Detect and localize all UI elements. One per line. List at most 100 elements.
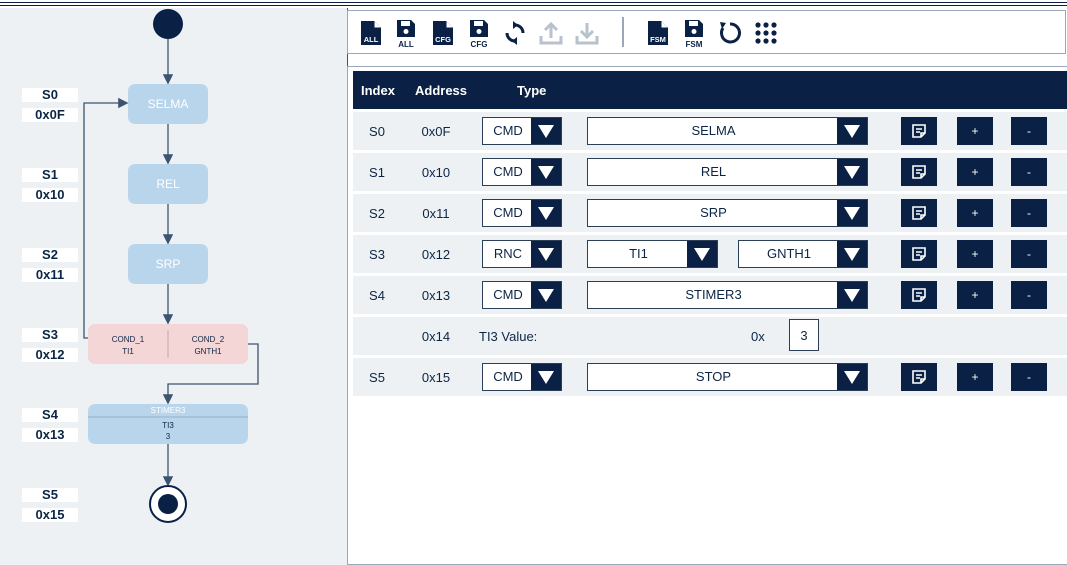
add-row-button[interactable]: + (957, 117, 993, 145)
edit-note-button[interactable] (901, 158, 937, 186)
note-icon (912, 165, 926, 179)
row-address: 0x0F (421, 124, 451, 139)
command-select-value: SELMA (691, 123, 736, 138)
add-row-button[interactable]: + (957, 363, 993, 391)
save-all-button[interactable]: ALL (391, 17, 421, 49)
cond2-label: COND_2 (192, 335, 225, 344)
command-select-value: SRP (700, 205, 727, 220)
chevron-down-icon[interactable] (837, 200, 867, 226)
type-select[interactable]: CMD (482, 199, 562, 227)
condition1-select[interactable]: TI1 (587, 240, 718, 268)
type-select-value: CMD (493, 123, 523, 138)
chevron-down-icon[interactable] (531, 282, 561, 308)
cond1-value: TI1 (122, 347, 134, 356)
node-srp-label: SRP (156, 257, 181, 271)
state-label-s5-address: 0x15 (22, 508, 78, 522)
grid-menu-button[interactable] (751, 17, 781, 49)
edit-note-button[interactable] (901, 281, 937, 309)
condition2-select[interactable]: GNTH1 (738, 240, 868, 268)
condition1-select-value: TI1 (629, 246, 648, 261)
type-select-value: CMD (493, 164, 523, 179)
save-all-label: ALL (398, 40, 414, 48)
upload-button[interactable] (536, 17, 566, 49)
chevron-down-icon[interactable] (531, 364, 561, 390)
edit-note-button[interactable] (901, 199, 937, 227)
command-select[interactable]: SELMA (587, 117, 868, 145)
type-select[interactable]: CMD (482, 158, 562, 186)
chevron-down-icon[interactable] (531, 200, 561, 226)
add-row-button[interactable]: + (957, 158, 993, 186)
fsm-diagram-panel: SELMA REL SRP COND_1 TI1 COND_2 GNTH1 ST… (0, 8, 348, 565)
save-cfg-button[interactable]: CFG (464, 17, 494, 49)
command-select[interactable]: REL (587, 158, 868, 186)
row-address: 0x13 (421, 288, 451, 303)
save-icon: CFG (470, 20, 488, 48)
undo-icon (720, 22, 741, 44)
row-index: S1 (369, 165, 385, 180)
row-index: S2 (369, 206, 385, 221)
remove-row-button[interactable]: - (1011, 117, 1047, 145)
download-button[interactable] (572, 17, 602, 49)
chevron-down-icon[interactable] (531, 241, 561, 267)
add-row-button[interactable]: + (957, 199, 993, 227)
type-select[interactable]: RNC (482, 240, 562, 268)
grid-dots-icon (755, 22, 777, 44)
chevron-down-icon[interactable] (837, 282, 867, 308)
parameter-row: 0x14 TI3 Value: 0x 3 (353, 317, 1067, 355)
command-select[interactable]: SRP (587, 199, 868, 227)
chevron-down-icon[interactable] (837, 241, 867, 267)
remove-row-button[interactable]: - (1011, 363, 1047, 391)
remove-row-button[interactable]: - (1011, 240, 1047, 268)
state-label-s3-address: 0x12 (22, 348, 78, 362)
edit-note-button[interactable] (901, 363, 937, 391)
sync-button[interactable] (500, 17, 530, 49)
edit-note-button[interactable] (901, 117, 937, 145)
chevron-down-icon[interactable] (837, 118, 867, 144)
state-label-s4-index: S4 (22, 408, 78, 422)
save-fsm-button[interactable]: FSM (679, 17, 709, 49)
command-select[interactable]: STIMER3 (587, 281, 868, 309)
type-select-value: CMD (493, 287, 523, 302)
state-label-s0-index: S0 (22, 88, 78, 102)
chevron-down-icon[interactable] (837, 364, 867, 390)
edit-note-button[interactable] (901, 240, 937, 268)
state-label-s1-address: 0x10 (22, 188, 78, 202)
chevron-down-icon[interactable] (837, 159, 867, 185)
header-type: Type (517, 83, 547, 98)
chevron-down-icon[interactable] (531, 159, 561, 185)
state-label-s5-index: S5 (22, 488, 78, 502)
table-row: S0 0x0F CMD SELMA + - (353, 112, 1067, 150)
type-select[interactable]: CMD (482, 281, 562, 309)
row-address: 0x15 (421, 370, 451, 385)
type-select[interactable]: CMD (482, 117, 562, 145)
state-label-s1-index: S1 (22, 168, 78, 182)
state-label-s0-address: 0x0F (22, 108, 78, 122)
chevron-down-icon[interactable] (687, 241, 717, 267)
header-address: Address (415, 83, 468, 98)
load-cfg-button[interactable]: CFG (428, 17, 458, 49)
state-label-s2-address: 0x11 (22, 268, 78, 282)
end-node-inner (158, 494, 178, 514)
command-select[interactable]: STOP (587, 363, 868, 391)
row-address: 0x10 (421, 165, 451, 180)
add-row-button[interactable]: + (957, 240, 993, 268)
cond1-label: COND_1 (112, 335, 145, 344)
remove-row-button[interactable]: - (1011, 158, 1047, 186)
add-row-button[interactable]: + (957, 281, 993, 309)
type-select-value: RNC (493, 246, 523, 261)
chevron-down-icon[interactable] (531, 118, 561, 144)
command-select-value: REL (700, 164, 727, 179)
note-icon (912, 247, 926, 261)
load-fsm-button[interactable]: FSM (643, 17, 673, 49)
load-all-button[interactable]: ALL (356, 17, 386, 49)
remove-row-button[interactable]: - (1011, 199, 1047, 227)
remove-row-button[interactable]: - (1011, 281, 1047, 309)
reset-button[interactable] (715, 17, 745, 49)
type-select[interactable]: CMD (482, 363, 562, 391)
load-fsm-label: FSM (650, 35, 666, 44)
edge-rnc-selma (83, 97, 129, 339)
param-value-input[interactable]: 3 (789, 319, 819, 351)
note-icon (912, 124, 926, 138)
save-cfg-label: CFG (471, 40, 488, 48)
table-row: S3 0x12 RNC TI1 GNTH1 + - (353, 235, 1067, 273)
